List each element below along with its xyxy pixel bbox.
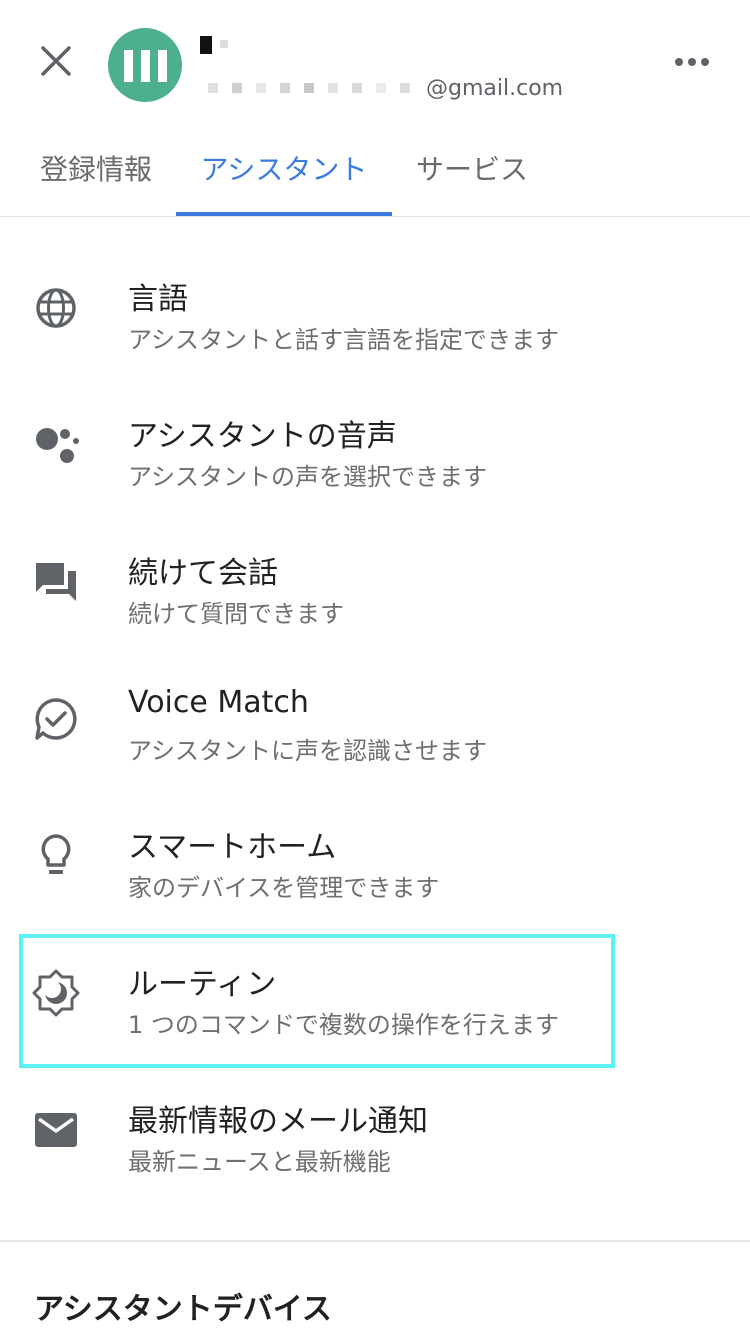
- assistant-devices-header: アシスタントデバイス: [34, 1292, 332, 1327]
- item-title: ルーティン: [128, 967, 277, 1002]
- conversation-icon: [30, 556, 82, 608]
- close-icon: [41, 46, 71, 76]
- item-subtitle: アシスタントの声を選択できます: [128, 463, 488, 491]
- list-item-voice-match[interactable]: Voice Match アシスタントに声を認識させます: [0, 657, 750, 794]
- globe-icon: [30, 282, 82, 334]
- tab-registration[interactable]: 登録情報: [20, 120, 172, 216]
- lightbulb-icon: [30, 830, 82, 882]
- item-title: Voice Match: [128, 685, 309, 720]
- voice-match-check-icon: [30, 693, 82, 745]
- item-subtitle: アシスタントと話す言語を指定できます: [128, 326, 560, 354]
- more-horizontal-icon: [675, 58, 709, 66]
- list-item-continued-conversation[interactable]: 続けて会話 続けて質問できます: [0, 520, 750, 657]
- close-button[interactable]: [28, 33, 84, 89]
- tab-assistant[interactable]: アシスタント: [176, 120, 392, 216]
- item-title: アシスタントの音声: [128, 419, 397, 454]
- section-divider: [0, 1240, 750, 1242]
- avatar[interactable]: [108, 28, 182, 102]
- list-item-assistant-voice[interactable]: アシスタントの音声 アシスタントの声を選択できます: [0, 383, 750, 520]
- item-title: スマートホーム: [128, 830, 337, 865]
- list-item-smart-home[interactable]: スマートホーム 家のデバイスを管理できます: [0, 794, 750, 931]
- account-header: @gmail.com: [0, 0, 750, 120]
- item-subtitle: 続けて質問できます: [128, 600, 344, 628]
- item-subtitle: アシスタントに声を認識させます: [128, 737, 488, 765]
- active-tab-indicator: [176, 212, 392, 216]
- redacted-name: [200, 36, 212, 54]
- item-subtitle: 家のデバイスを管理できます: [128, 874, 440, 902]
- tab-services[interactable]: サービス: [398, 120, 546, 216]
- list-item-email-updates[interactable]: 最新情報のメール通知 最新ニュースと最新機能: [0, 1068, 750, 1205]
- settings-tabs: 登録情報 アシスタント サービス: [0, 120, 750, 217]
- account-info: @gmail.com: [200, 36, 580, 106]
- list-item-language[interactable]: 言語 アシスタントと話す言語を指定できます: [0, 246, 750, 383]
- item-subtitle: 1 つのコマンドで複数の操作を行えます: [128, 1011, 559, 1039]
- email-row: @gmail.com: [208, 74, 563, 102]
- mail-icon: [30, 1104, 82, 1156]
- list-item-routines[interactable]: ルーティン 1 つのコマンドで複数の操作を行えます: [0, 931, 750, 1068]
- account-email: @gmail.com: [426, 75, 564, 101]
- routine-sun-moon-icon: [30, 967, 82, 1019]
- item-subtitle: 最新ニュースと最新機能: [128, 1148, 391, 1176]
- item-title: 最新情報のメール通知: [128, 1104, 428, 1139]
- assistant-dots-icon: [30, 419, 82, 471]
- item-title: 続けて会話: [128, 556, 278, 591]
- more-options-button[interactable]: [670, 42, 714, 82]
- item-title: 言語: [128, 282, 188, 317]
